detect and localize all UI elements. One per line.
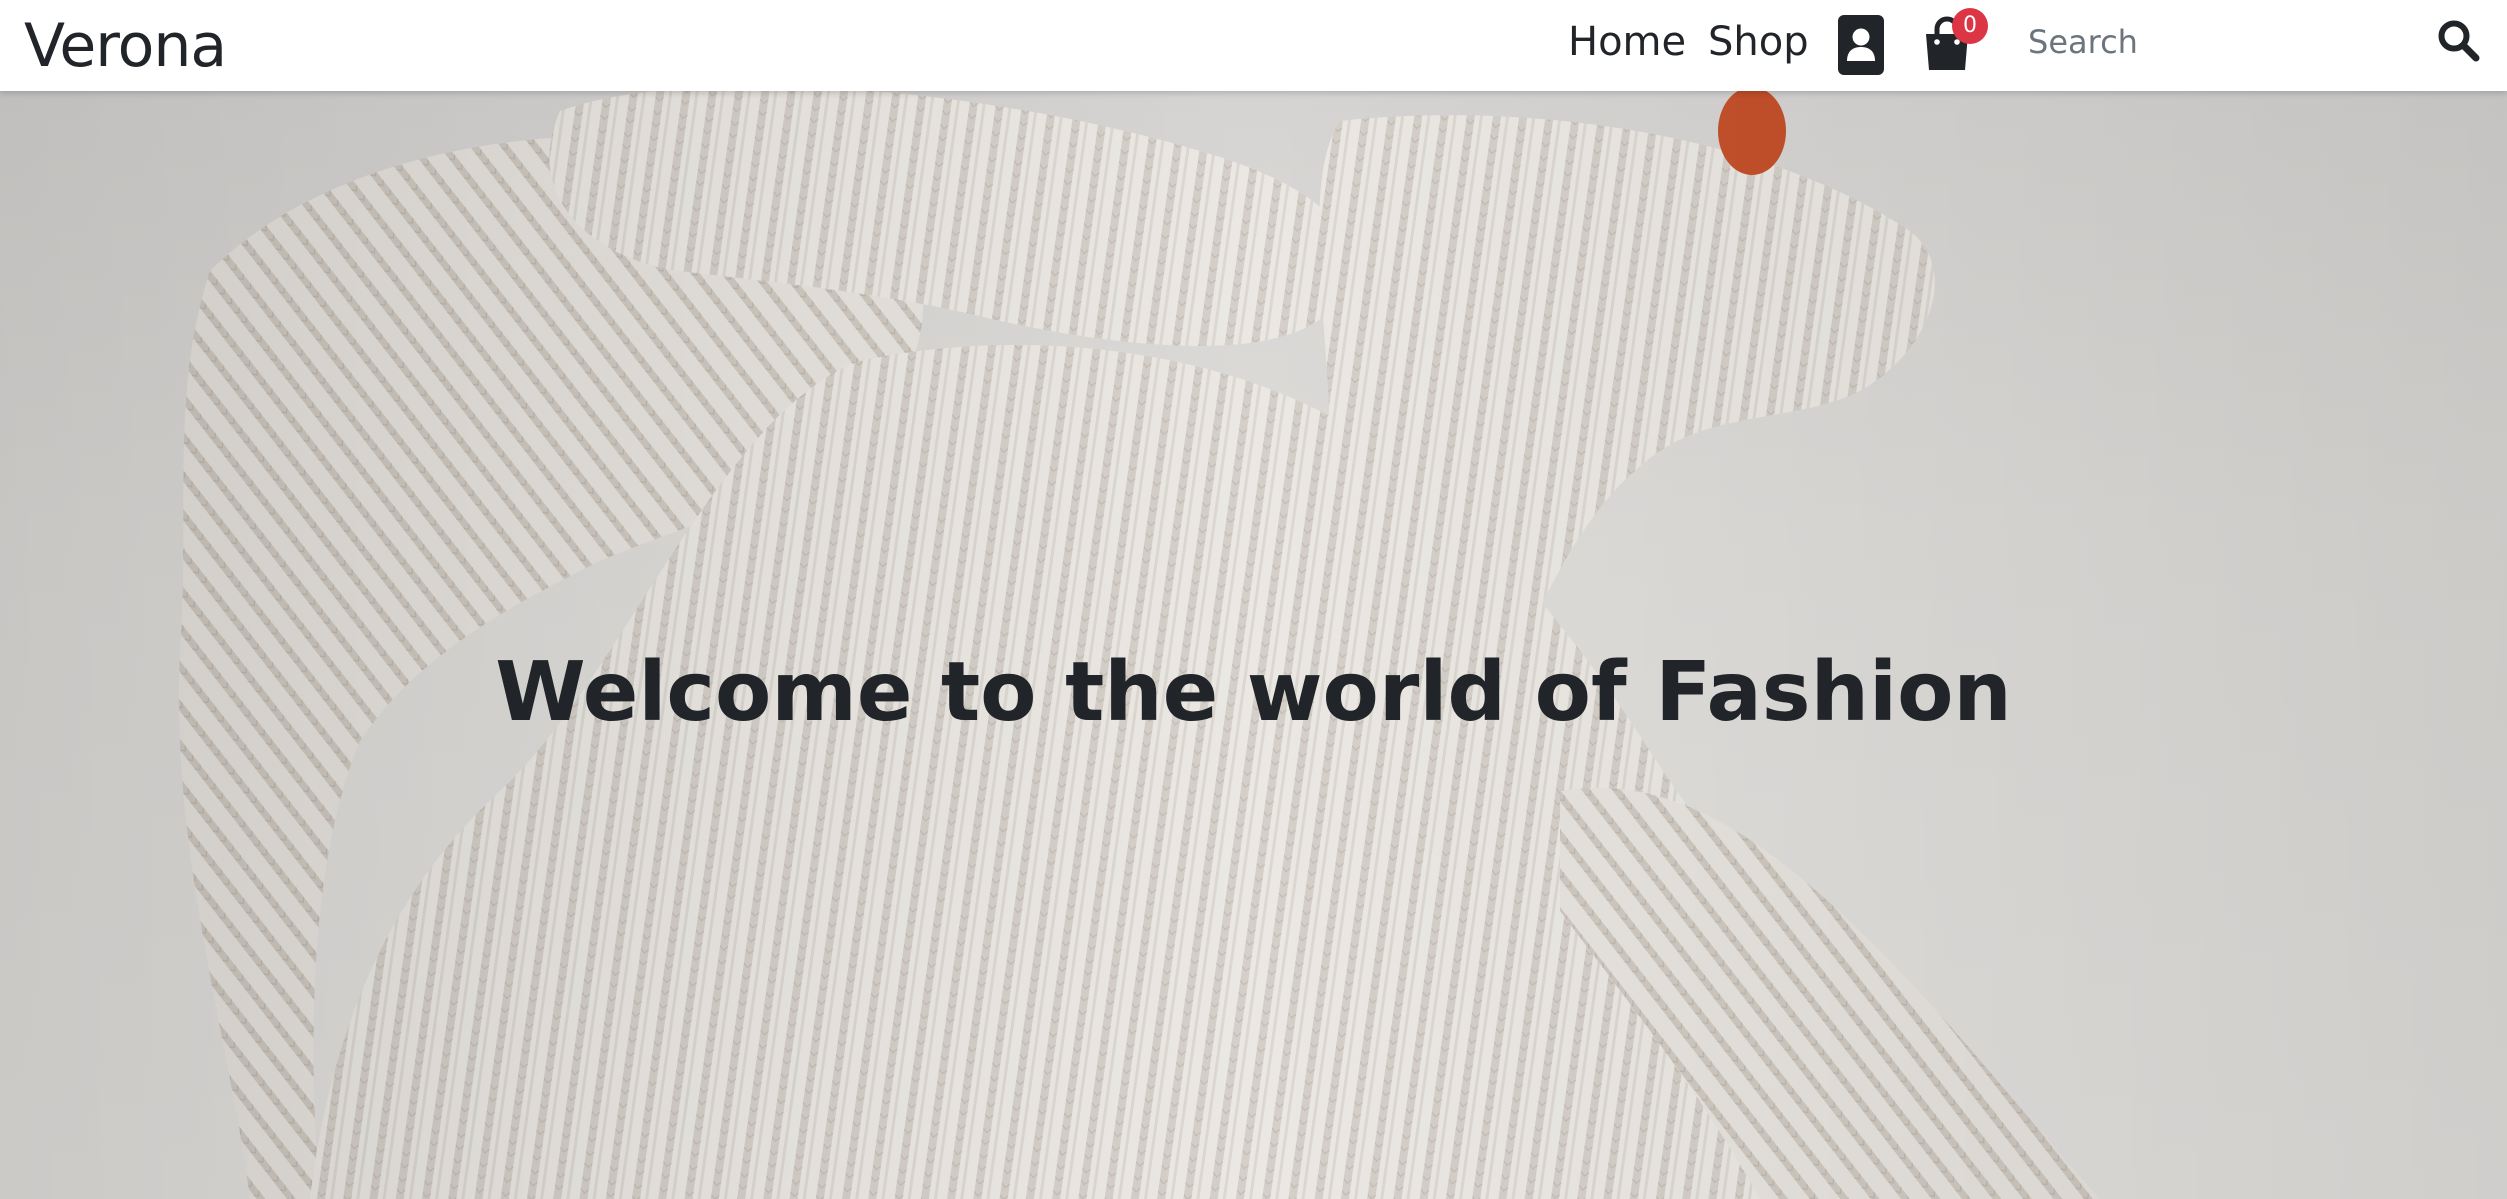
search-icon — [2438, 20, 2480, 62]
navbar: Verona Home Shop 0 — [0, 0, 2507, 91]
user-icon[interactable] — [1838, 15, 1884, 75]
nav-link-home[interactable]: Home — [1568, 16, 1686, 68]
brand-logo[interactable]: Verona — [24, 10, 227, 82]
nav-link-shop[interactable]: Shop — [1708, 16, 1809, 68]
search-button[interactable] — [2436, 18, 2482, 64]
cart-count-badge: 0 — [1952, 8, 1988, 44]
hero-banner: Welcome to the world of Fashion — [0, 91, 2507, 1199]
page: Verona Home Shop 0 Search Welcome to the… — [0, 0, 2507, 1199]
hero-title: Welcome to the world of Fashion — [495, 645, 2012, 740]
search-input[interactable] — [2018, 14, 2438, 70]
